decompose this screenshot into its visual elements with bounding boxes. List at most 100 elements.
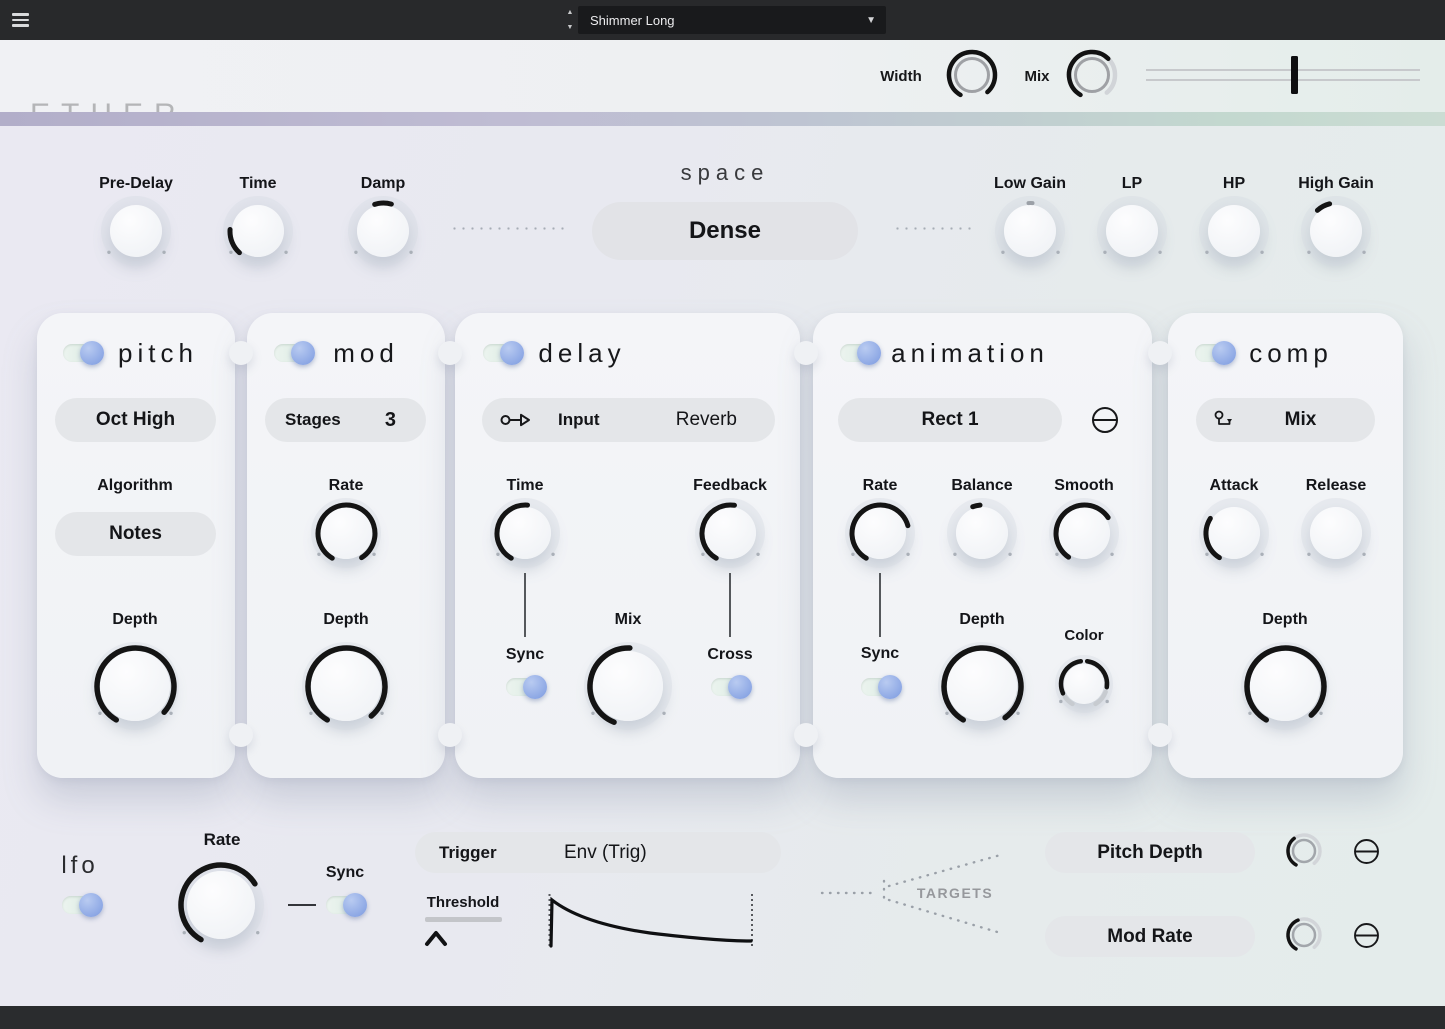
lp-knob[interactable] (1091, 190, 1174, 273)
time-knob[interactable] (217, 190, 300, 273)
mod-toggle[interactable] (274, 344, 312, 362)
release-knob[interactable] (1295, 492, 1378, 575)
target-2-mod-icon[interactable] (1352, 921, 1381, 950)
mod-rate-knob[interactable] (305, 492, 388, 575)
space-title: space (681, 160, 770, 186)
space-selector[interactable]: Dense (592, 202, 858, 260)
panel-connector (438, 723, 462, 747)
animation-shape-value: Rect 1 (921, 409, 978, 431)
menu-icon[interactable] (12, 13, 29, 27)
header: ETHER (0, 40, 1445, 112)
comp-toggle[interactable] (1195, 344, 1233, 362)
target-1-mod-icon[interactable] (1352, 837, 1381, 866)
toggle-thumb (500, 341, 524, 365)
lfo-rate-knob[interactable] (168, 852, 274, 958)
lfo-rate-label: Rate (204, 830, 241, 850)
pitch-title: pitch (118, 338, 198, 369)
comp-mode-selector[interactable]: Mix (1196, 398, 1375, 442)
mod-target-icon[interactable] (1090, 405, 1120, 435)
lfo-sync-label: Sync (326, 864, 364, 882)
trigger-value: Env (Trig) (564, 842, 647, 864)
target-1-value: Pitch Depth (1097, 842, 1203, 864)
connector-line (729, 573, 731, 637)
pitch-depth-knob[interactable] (84, 635, 187, 738)
animation-toggle[interactable] (840, 344, 878, 362)
algorithm-label: Algorithm (97, 477, 173, 495)
connector-line (524, 573, 526, 637)
header-slider-track2 (1146, 79, 1420, 81)
pitch-mode-value: Oct High (96, 409, 175, 431)
pitch-mode-selector[interactable]: Oct High (55, 398, 216, 442)
feedback-knob[interactable] (689, 492, 772, 575)
lowgain-knob[interactable] (989, 190, 1072, 273)
threshold-slider[interactable] (425, 917, 502, 922)
toggle-thumb (1212, 341, 1236, 365)
lfo-sync-toggle[interactable] (326, 896, 364, 914)
delay-toggle[interactable] (483, 344, 521, 362)
predelay-knob[interactable] (95, 190, 178, 273)
gradient-strip (0, 112, 1445, 126)
comp-depth-label: Depth (1262, 611, 1307, 629)
mod-title: mod (333, 338, 399, 369)
chevron-down-icon: ▼ (866, 15, 876, 26)
input-value: Reverb (676, 409, 737, 431)
animation-shape-selector[interactable]: Rect 1 (838, 398, 1062, 442)
toggle-thumb (343, 893, 367, 917)
width-knob[interactable] (936, 39, 1008, 111)
trigger-selector[interactable]: Trigger Env (Trig) (415, 832, 781, 873)
toggle-thumb (79, 893, 103, 917)
width-label: Width (880, 68, 922, 85)
panel-connector (794, 723, 818, 747)
ether-plugin-window: ▲▼ Shimmer Long ▼ ETHER Width Mix Pre-De… (0, 0, 1445, 1029)
anim-sync-toggle[interactable] (861, 678, 899, 696)
header-slider-handle[interactable] (1291, 56, 1298, 94)
hp-knob[interactable] (1193, 190, 1276, 273)
toggle-thumb (878, 675, 902, 699)
delay-input-selector[interactable]: Input Reverb (482, 398, 775, 442)
comp-route-icon (1214, 410, 1236, 430)
panel-connector (229, 723, 253, 747)
delay-mix-knob[interactable] (577, 635, 680, 738)
target-1-selector[interactable]: Pitch Depth (1045, 832, 1255, 873)
lfo-toggle[interactable] (62, 896, 100, 914)
pitch-algorithm-selector[interactable]: Notes (55, 512, 216, 556)
header-slider-track[interactable] (1146, 69, 1420, 71)
threshold-marker[interactable] (424, 929, 448, 948)
preset-name: Shimmer Long (590, 13, 675, 28)
balance-knob[interactable] (941, 492, 1024, 575)
smooth-knob[interactable] (1043, 492, 1126, 575)
cross-toggle[interactable] (711, 678, 749, 696)
panel-connector (1148, 723, 1172, 747)
toggle-thumb (857, 341, 881, 365)
target-2-selector[interactable]: Mod Rate (1045, 916, 1255, 957)
mod-depth-knob[interactable] (295, 635, 398, 738)
dotted-connector-right (893, 227, 971, 230)
envelope-display (540, 888, 762, 954)
anim-sync-label: Sync (861, 645, 899, 663)
toggle-thumb (80, 341, 104, 365)
damp-knob[interactable] (342, 190, 425, 273)
delay-time-knob[interactable] (484, 492, 567, 575)
pitch-depth-label: Depth (112, 611, 157, 629)
panel-connector (1148, 341, 1172, 365)
delay-sync-toggle[interactable] (506, 678, 544, 696)
target-2-amount-knob[interactable] (1275, 906, 1333, 964)
mod-stages-selector[interactable]: Stages 3 (265, 398, 426, 442)
pitch-toggle[interactable] (63, 344, 101, 362)
connector-line (879, 573, 881, 637)
mix-knob[interactable] (1056, 39, 1128, 111)
input-label: Input (558, 410, 600, 430)
highgain-knob[interactable] (1295, 190, 1378, 273)
anim-rate-knob[interactable] (839, 492, 922, 575)
color-knob[interactable] (1048, 648, 1120, 720)
stages-label: Stages (285, 410, 341, 430)
preset-stepper[interactable]: ▲▼ (564, 6, 576, 34)
target-2-value: Mod Rate (1107, 926, 1193, 948)
preset-dropdown[interactable]: Shimmer Long ▼ (578, 6, 886, 34)
anim-depth-knob[interactable] (931, 635, 1034, 738)
comp-depth-knob[interactable] (1234, 635, 1337, 738)
dotted-connector-left (450, 227, 566, 230)
signal-route-icon (500, 411, 534, 429)
target-1-amount-knob[interactable] (1275, 822, 1333, 880)
attack-knob[interactable] (1193, 492, 1276, 575)
